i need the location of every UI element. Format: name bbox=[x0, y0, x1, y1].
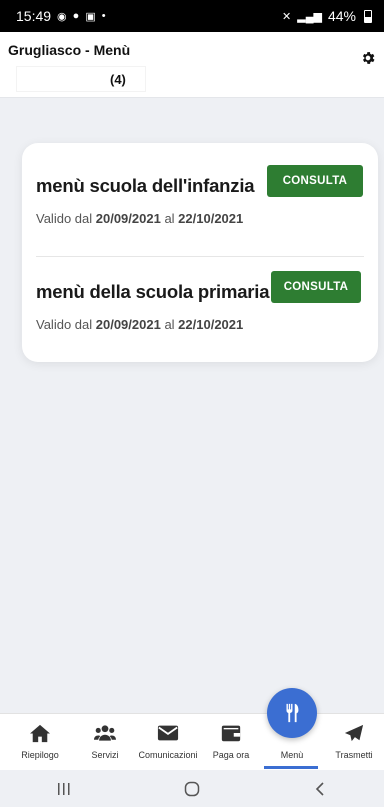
signal-icon: ▂▄▆ bbox=[297, 10, 322, 23]
date-to: 22/10/2021 bbox=[178, 317, 244, 332]
consulta-button[interactable]: CONSULTA bbox=[267, 165, 363, 197]
consulta-button[interactable]: CONSULTA bbox=[271, 271, 361, 303]
battery-percent: 44% bbox=[327, 8, 356, 24]
battery-icon bbox=[364, 9, 372, 23]
mute-icon: ✕ bbox=[282, 10, 292, 23]
users-icon bbox=[94, 725, 116, 741]
recent-apps-icon bbox=[58, 782, 70, 795]
app-notification-icon: ◉ bbox=[57, 10, 67, 23]
nav-label: Menù bbox=[280, 750, 304, 760]
nav-item-comunicazioni[interactable]: Comunicazioni bbox=[136, 714, 200, 771]
cutlery-icon bbox=[286, 703, 299, 723]
nav-label: Riepilogo bbox=[21, 750, 59, 760]
nav-label: Servizi bbox=[91, 750, 119, 760]
active-tab-indicator bbox=[264, 766, 318, 769]
screenshot-notification-icon: ▣ bbox=[85, 10, 96, 23]
bottom-navigation: Riepilogo Servizi Comunicazioni Paga ora… bbox=[0, 713, 384, 770]
system-navigation-bar bbox=[0, 770, 384, 807]
date-to: 22/10/2021 bbox=[178, 211, 244, 226]
home-icon bbox=[30, 724, 50, 743]
date-from: 20/09/2021 bbox=[95, 317, 161, 332]
gear-icon[interactable] bbox=[360, 50, 376, 66]
nav-label: Trasmetti bbox=[335, 750, 373, 760]
back-button[interactable] bbox=[300, 774, 340, 804]
date-from: 20/09/2021 bbox=[95, 211, 161, 226]
app-header: Grugliasco - Menù (4) bbox=[0, 32, 384, 98]
chat-notification-icon: ● bbox=[72, 10, 80, 22]
mail-icon bbox=[157, 725, 179, 741]
nav-label: Comunicazioni bbox=[138, 750, 198, 760]
nav-item-servizi[interactable]: Servizi bbox=[82, 714, 128, 771]
status-bar: 15:49 ◉ ● ▣ • ✕ ▂▄▆ 44% bbox=[0, 0, 384, 32]
menu-card: menù scuola dell'infanzia CONSULTA Valid… bbox=[22, 143, 378, 362]
back-icon bbox=[315, 781, 324, 796]
recent-apps-button[interactable] bbox=[44, 774, 84, 804]
page-title: Grugliasco - Menù bbox=[8, 42, 131, 58]
validity-text: Valido dal 20/09/2021 al 22/10/2021 bbox=[36, 211, 244, 226]
active-menu-fab[interactable] bbox=[267, 688, 317, 738]
validity-text: Valido dal 20/09/2021 al 22/10/2021 bbox=[36, 317, 244, 332]
send-icon bbox=[344, 724, 364, 742]
nav-label: Paga ora bbox=[212, 750, 250, 760]
home-circle-icon bbox=[184, 781, 200, 796]
clock: 15:49 bbox=[16, 8, 52, 24]
home-button[interactable] bbox=[172, 774, 212, 804]
menu-title: menù della scuola primaria bbox=[36, 281, 270, 302]
more-notifications-icon: • bbox=[101, 10, 106, 22]
divider bbox=[36, 256, 364, 257]
nav-item-paga-ora[interactable]: Paga ora bbox=[208, 714, 254, 771]
selector-field[interactable] bbox=[16, 66, 146, 92]
nav-item-riepilogo[interactable]: Riepilogo bbox=[14, 714, 66, 771]
wallet-icon bbox=[221, 725, 241, 742]
menu-title: menù scuola dell'infanzia bbox=[36, 175, 255, 196]
nav-item-trasmetti[interactable]: Trasmetti bbox=[330, 714, 378, 771]
item-count: (4) bbox=[110, 72, 126, 87]
